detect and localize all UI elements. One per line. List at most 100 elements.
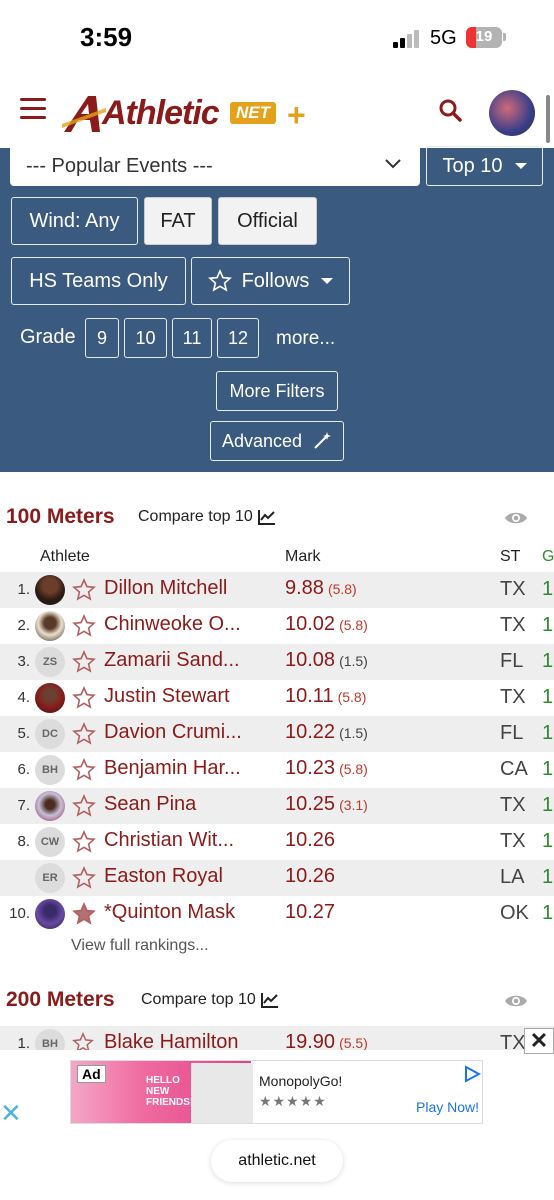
athlete-name[interactable]: Zamarii Sand... [104,649,240,672]
star-outline-icon[interactable] [72,866,96,890]
table-row[interactable]: 8. CW Christian Wit... 10.26 TX 1 [0,824,554,860]
table-row[interactable]: 2. Chinweoke O... 10.02 (5.8) TX 1 [0,608,554,644]
table-row[interactable]: 3. ZS Zamarii Sand... 10.08 (1.5) FL 1 [0,644,554,680]
wind-label: Wind: Any [29,209,120,232]
star-outline-icon[interactable] [72,794,96,818]
ad-image-text: HELLO NEW FRIENDS! [146,1075,194,1108]
mark-value: 10.02 [285,613,336,635]
table-row[interactable]: 7. Sean Pina 10.25 (3.1) TX 1 [0,788,554,824]
compare-label: Compare top 10 [141,991,256,1008]
grade-11-label: 11 [182,327,202,348]
clock: 3:59 [80,22,133,52]
state: TX [500,578,526,600]
state: TX [500,614,526,636]
mark-value: 10.23 [285,757,336,779]
more-filters-button[interactable]: More Filters [216,371,338,411]
close-icon[interactable]: ✕ [524,1028,554,1054]
official-label: Official [237,209,298,232]
compare-link-200m[interactable]: Compare top 10 [141,991,279,1009]
grade-11-button[interactable]: 11 [172,318,212,358]
profile-avatar[interactable] [489,90,535,136]
advanced-label: Advanced [221,430,303,451]
avatar: BH [35,755,65,785]
table-row[interactable]: 5. DC Davion Crumi... 10.22 (1.5) FL 1 [0,716,554,752]
mark-value: 10.22 [285,721,336,743]
eye-icon[interactable] [504,510,528,526]
athlete-name[interactable]: Sean Pina [104,793,196,816]
eye-icon[interactable] [504,993,528,1009]
section-title-100m[interactable]: 100 Meters [6,505,115,529]
search-icon[interactable] [438,98,462,127]
athlete-name[interactable]: Justin Stewart [104,685,230,708]
compare-link-100m[interactable]: Compare top 10 [138,508,276,526]
line-chart-icon [257,510,275,525]
athlete-name[interactable]: *Quinton Mask [104,901,235,924]
mark: 10.25 (3.1) [285,793,368,816]
mark: 10.26 [285,865,335,888]
wind-button[interactable]: Wind: Any [11,197,138,245]
table-row[interactable]: 1. BH Blake Hamilton 19.90 (5.5) TX [0,1026,554,1052]
follows-button[interactable]: Follows [191,257,350,305]
menu-icon[interactable] [20,98,46,120]
mark: 10.27 [285,901,335,924]
avatar [35,611,65,641]
grade-9-button[interactable]: 9 [85,318,119,358]
table-row[interactable]: 1. Dillon Mitchell 9.88 (5.8) TX 1 [0,572,554,608]
top-select[interactable]: Top 10 [426,146,543,186]
mark: 10.11 (5.8) [285,685,366,708]
section-title-200m[interactable]: 200 Meters [6,988,115,1012]
table-row[interactable]: 10. *Quinton Mask 10.27 OK 1 [0,896,554,932]
hs-teams-button[interactable]: HS Teams Only [11,257,186,305]
athlete-name[interactable]: Benjamin Har... [104,757,241,780]
logo[interactable]: Athletic NET + [62,92,322,136]
top-select-value: Top 10 [442,154,503,177]
star-outline-icon[interactable] [72,722,96,746]
more-grades-link[interactable]: more... [276,328,335,350]
mark-value: 10.08 [285,649,336,671]
athlete-name[interactable]: Easton Royal [104,865,223,888]
col-st: ST [500,548,521,565]
wind-value: (5.8) [327,581,357,597]
official-button[interactable]: Official [218,197,317,245]
star-outline-icon[interactable] [72,578,96,602]
athlete-name[interactable]: Blake Hamilton [104,1031,239,1052]
url-bar[interactable]: athletic.net [211,1140,343,1182]
grade-10-button[interactable]: 10 [124,318,167,358]
star-filled-icon[interactable] [72,902,96,926]
star-outline-icon[interactable] [72,1032,94,1052]
star-outline-icon[interactable] [72,650,96,674]
star-outline-icon[interactable] [72,614,96,638]
rank: 4. [17,689,30,706]
table-row[interactable]: 4. Justin Stewart 10.11 (5.8) TX 1 [0,680,554,716]
ad-banner: ✕ ✕ HELLO NEW FRIENDS! Ad MonopolyGo! ★★… [0,1028,554,1200]
fat-button[interactable]: FAT [144,197,212,245]
grade-9-label: 9 [96,327,107,348]
ad-cta-button[interactable]: Play Now! [416,1099,479,1115]
ad-mascot-image [191,1063,253,1123]
athlete-name[interactable]: Davion Crumi... [104,721,242,744]
caret-down-icon [514,163,527,169]
star-outline-icon[interactable] [72,830,96,854]
athlete-name[interactable]: Chinweoke O... [104,613,241,636]
grade: 1 [542,830,554,852]
event-select-value: --- Popular Events --- [26,154,213,177]
play-icon [465,1065,481,1083]
rank: 2. [17,617,30,634]
athlete-name[interactable]: Dillon Mitchell [104,577,227,600]
scrollbar[interactable] [546,95,550,143]
table-row[interactable]: ER Easton Royal 10.26 LA 1 [0,860,554,896]
star-outline-icon[interactable] [72,686,96,710]
mark: 10.02 (5.8) [285,613,368,636]
grade-12-button[interactable]: 12 [217,318,259,358]
state: TX [500,830,526,852]
star-outline-icon[interactable] [72,758,96,782]
ad-content[interactable]: HELLO NEW FRIENDS! Ad MonopolyGo! ★★★★★ … [70,1060,483,1124]
avatar: ZS [35,647,65,677]
table-row[interactable]: 6. BH Benjamin Har... 10.23 (5.8) CA 1 [0,752,554,788]
event-select[interactable]: --- Popular Events --- [10,146,420,186]
view-full-rankings-link[interactable]: View full rankings... [71,937,209,955]
advanced-button[interactable]: Advanced [210,421,344,461]
state: FL [500,722,524,744]
ad-choices-icon[interactable]: ✕ [0,1098,22,1129]
athlete-name[interactable]: Christian Wit... [104,829,234,852]
